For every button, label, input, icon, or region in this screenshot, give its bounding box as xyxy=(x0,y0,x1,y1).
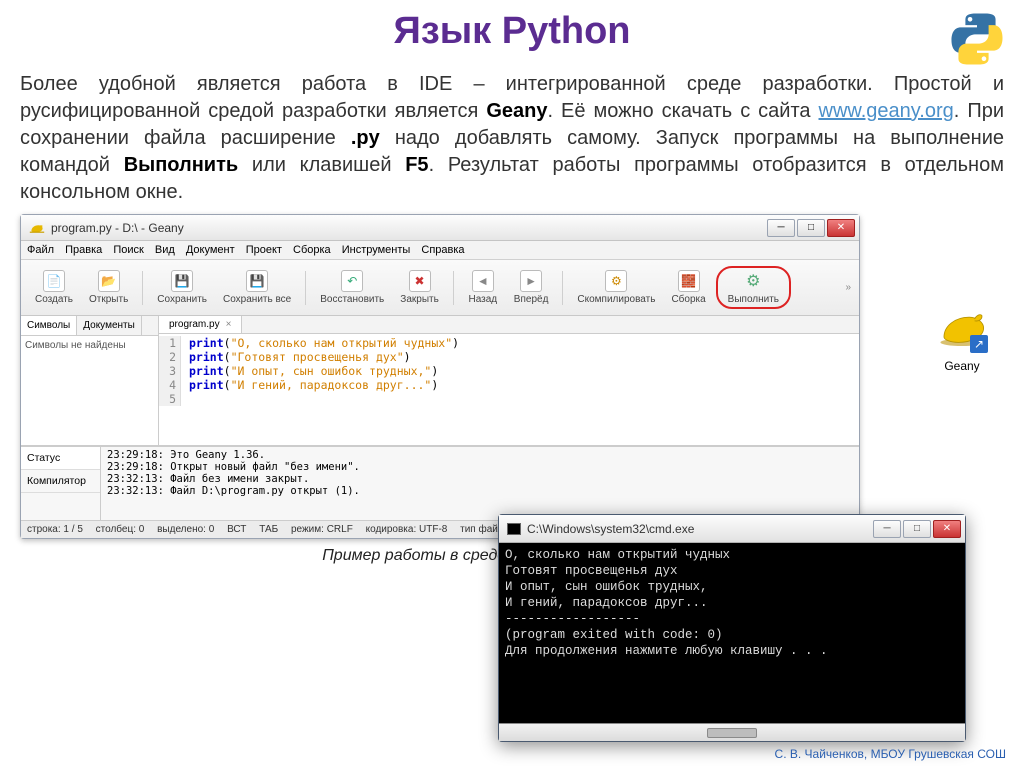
code-area[interactable]: 1print("О, сколько нам открытий чудных")… xyxy=(159,334,859,445)
new-button[interactable]: 📄Создать xyxy=(29,268,79,307)
compile-button[interactable]: ⚙Скомпилировать xyxy=(571,268,661,307)
code-line: 1print("О, сколько нам открытий чудных") xyxy=(159,336,859,350)
status-sel: выделено: 0 xyxy=(157,524,214,535)
menu-edit[interactable]: Правка xyxy=(65,244,102,256)
build-button[interactable]: 🧱Сборка xyxy=(665,268,711,307)
footer-credit: С. В. Чайченков, МБОУ Грушевская СОШ xyxy=(775,747,1006,761)
message-line: 23:32:13: Файл D:\program.py открыт (1). xyxy=(107,485,853,497)
revert-button[interactable]: ↶Восстановить xyxy=(314,268,390,307)
cmd-line: ------------------ xyxy=(505,611,959,627)
message-line: 23:29:18: Открыт новый файл "без имени". xyxy=(107,461,853,473)
maximize-button[interactable]: □ xyxy=(797,219,825,237)
code-line: 5 xyxy=(159,392,859,406)
status-col: столбец: 0 xyxy=(96,524,145,535)
side-tab-symbols[interactable]: Символы xyxy=(21,316,77,335)
tab-close-icon[interactable]: × xyxy=(226,319,232,330)
status-enc: кодировка: UTF-8 xyxy=(366,524,448,535)
bottom-panel: Статус Компилятор 23:29:18: Это Geany 1.… xyxy=(21,446,859,520)
bottom-tab-status[interactable]: Статус xyxy=(21,447,100,470)
toolbar-overflow[interactable]: » xyxy=(845,282,851,293)
menu-view[interactable]: Вид xyxy=(155,244,175,256)
bottom-tab-compiler[interactable]: Компилятор xyxy=(21,470,100,493)
cmd-minimize-button[interactable]: ─ xyxy=(873,520,901,538)
forward-button[interactable]: ►Вперёд xyxy=(508,268,555,307)
open-button[interactable]: 📂Открыть xyxy=(83,268,134,307)
code-line: 3print("И опыт, сын ошибок трудных,") xyxy=(159,364,859,378)
editor-tab[interactable]: program.py × xyxy=(159,316,242,333)
shortcut-arrow-icon: ↗ xyxy=(970,335,988,353)
python-logo xyxy=(948,10,1006,68)
menu-build[interactable]: Сборка xyxy=(293,244,331,256)
cmd-line: Готовят просвещенья дух xyxy=(505,563,959,579)
shortcut-label: Geany xyxy=(922,359,1002,373)
f5-key: F5 xyxy=(405,154,428,176)
cmd-line: И опыт, сын ошибок трудных, xyxy=(505,579,959,595)
geany-shortcut[interactable]: ↗ Geany xyxy=(922,308,1002,373)
window-titlebar: program.py - D:\ - Geany ─ □ ✕ xyxy=(21,215,859,241)
window-title: program.py - D:\ - Geany xyxy=(51,221,184,235)
cmd-scrollbar[interactable] xyxy=(499,723,965,741)
py-ext: .py xyxy=(351,127,380,149)
cmd-title: C:\Windows\system32\cmd.exe xyxy=(527,522,694,536)
geany-link[interactable]: www.geany.org xyxy=(819,100,954,122)
menu-document[interactable]: Документ xyxy=(186,244,235,256)
toolbar: 📄Создать 📂Открыть 💾Сохранить 💾Сохранить … xyxy=(21,260,859,316)
cmd-window: C:\Windows\system32\cmd.exe ─ □ ✕ О, ско… xyxy=(498,514,966,742)
status-tab: ТАБ xyxy=(259,524,278,535)
side-body: Символы не найдены xyxy=(21,336,158,445)
code-line: 4print("И гений, парадоксов друг...") xyxy=(159,378,859,392)
close-button[interactable]: ✕ xyxy=(827,219,855,237)
cmd-line: О, сколько нам открытий чудных xyxy=(505,547,959,563)
side-panel: Символы Документы Символы не найдены xyxy=(21,316,159,445)
lamp-icon xyxy=(29,222,45,234)
run-word: Выполнить xyxy=(124,154,239,176)
tab-filename: program.py xyxy=(169,319,220,330)
cmd-line: Для продолжения нажмите любую клавишу . … xyxy=(505,643,959,659)
cmd-line: И гений, парадоксов друг... xyxy=(505,595,959,611)
cmd-icon xyxy=(507,523,521,535)
menu-file[interactable]: Файл xyxy=(27,244,54,256)
saveall-button[interactable]: 💾Сохранить все xyxy=(217,268,297,307)
close-doc-button[interactable]: ✖Закрыть xyxy=(394,268,445,307)
cmd-close-button[interactable]: ✕ xyxy=(933,520,961,538)
cmd-line: (program exited with code: 0) xyxy=(505,627,959,643)
geany-window: program.py - D:\ - Geany ─ □ ✕ Файл Прав… xyxy=(20,214,860,539)
cmd-maximize-button[interactable]: □ xyxy=(903,520,931,538)
code-line: 2print("Готовят просвещенья дух") xyxy=(159,350,859,364)
message-line: 23:32:13: Файл без имени закрыт. xyxy=(107,473,853,485)
menu-search[interactable]: Поиск xyxy=(113,244,143,256)
run-button[interactable]: ⚙Выполнить xyxy=(716,266,791,309)
menubar: Файл Правка Поиск Вид Документ Проект Сб… xyxy=(21,241,859,260)
menu-tools[interactable]: Инструменты xyxy=(342,244,411,256)
minimize-button[interactable]: ─ xyxy=(767,219,795,237)
messages-area: 23:29:18: Это Geany 1.36.23:29:18: Откры… xyxy=(101,447,859,520)
geany-word: Geany xyxy=(486,100,547,122)
cmd-output: О, сколько нам открытий чудныхГотовят пр… xyxy=(499,543,965,723)
cmd-titlebar: C:\Windows\system32\cmd.exe ─ □ ✕ xyxy=(499,515,965,543)
back-button[interactable]: ◄Назад xyxy=(462,268,504,307)
status-ins: ВСТ xyxy=(227,524,246,535)
slide-paragraph: Более удобной является работа в IDE – ин… xyxy=(20,71,1004,206)
side-tab-documents[interactable]: Документы xyxy=(77,316,142,335)
status-line: строка: 1 / 5 xyxy=(27,524,83,535)
editor-area: program.py × 1print("О, сколько нам откр… xyxy=(159,316,859,445)
message-line: 23:29:18: Это Geany 1.36. xyxy=(107,449,853,461)
status-crlf: режим: CRLF xyxy=(291,524,353,535)
menu-project[interactable]: Проект xyxy=(246,244,282,256)
slide-title: Язык Python xyxy=(20,10,1004,53)
save-button[interactable]: 💾Сохранить xyxy=(151,268,213,307)
menu-help[interactable]: Справка xyxy=(421,244,464,256)
